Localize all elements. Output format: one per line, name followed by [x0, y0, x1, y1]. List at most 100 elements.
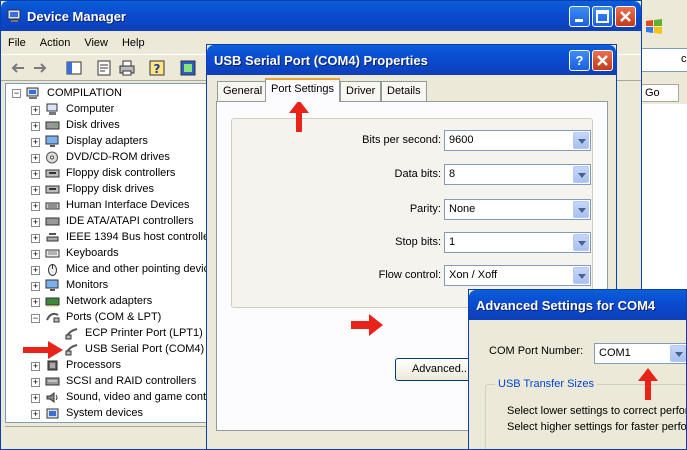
advanced-titlebar[interactable]: Advanced Settings for COM4 [469, 290, 686, 320]
menu-file[interactable]: File [1, 33, 33, 53]
chevron-down-icon[interactable] [573, 166, 589, 183]
tree-item-ieee1394[interactable]: IEEE 1394 Bus host controllers [66, 229, 206, 245]
expand-toggle[interactable]: + [31, 362, 40, 371]
floppy-controller-icon [45, 167, 60, 180]
chevron-down-icon[interactable] [573, 234, 589, 251]
processor-icon [45, 359, 60, 372]
tab-general[interactable]: General [217, 81, 269, 101]
flow-control-select[interactable]: Xon / Xoff [444, 265, 591, 286]
device-manager-icon [7, 8, 23, 27]
go-label[interactable]: Go [645, 87, 660, 99]
expand-toggle[interactable]: + [31, 122, 40, 131]
data-bits-select[interactable]: 8 [444, 164, 591, 185]
tree-item-scsi-raid[interactable]: SCSI and RAID controllers [66, 373, 196, 389]
tab-driver[interactable]: Driver [340, 81, 382, 101]
parity-select[interactable]: None [444, 199, 591, 220]
expand-toggle[interactable]: + [31, 298, 40, 307]
menu-action[interactable]: Action [33, 33, 78, 53]
monitor-icon [45, 279, 60, 292]
background-address-bar: c [637, 48, 687, 72]
tree-item-hid[interactable]: Human Interface Devices [66, 197, 190, 213]
show-hide-tree-icon[interactable] [65, 59, 83, 77]
com-port-value: COM1 [599, 347, 631, 359]
dvd-drive-icon [45, 151, 60, 164]
tree-item-disk-drives[interactable]: Disk drives [66, 117, 120, 133]
device-manager-titlebar[interactable]: Device Manager [1, 1, 641, 31]
expand-toggle[interactable]: + [31, 234, 40, 243]
tree-item-floppy-drives[interactable]: Floppy disk drives [66, 181, 154, 197]
transfer-hint-higher: Select higher settings for faster perfor… [507, 421, 687, 433]
expand-toggle[interactable]: + [31, 106, 40, 115]
tab-port-settings[interactable]: Port Settings [265, 78, 340, 102]
scan-hardware-icon[interactable] [179, 59, 197, 77]
properties-titlebar[interactable]: USB Serial Port (COM4) Properties ? [207, 45, 616, 75]
expand-toggle[interactable]: + [31, 266, 40, 275]
menu-help[interactable]: Help [115, 33, 152, 53]
tree-item-system-devices[interactable]: System devices [66, 405, 143, 421]
tree-item-monitors[interactable]: Monitors [66, 277, 108, 293]
minimize-button[interactable] [569, 6, 590, 27]
tree-root[interactable]: COMPILATION [47, 85, 122, 101]
tree-item-ide-controllers[interactable]: IDE ATA/ATAPI controllers [66, 213, 194, 229]
expand-toggle[interactable]: + [31, 282, 40, 291]
disk-drive-icon [45, 119, 60, 132]
field-row: Stop bits: 1 [231, 232, 591, 254]
expand-toggle[interactable]: + [31, 378, 40, 387]
properties-help-button[interactable]: ? [569, 50, 590, 71]
com-port-label: COM Port Number: [489, 345, 584, 357]
background-go-area: Go [639, 84, 679, 102]
transfer-hint-lower: Select lower settings to correct perform [507, 405, 687, 417]
chevron-down-icon[interactable] [670, 345, 686, 362]
flow-control-value: Xon / Xoff [449, 269, 498, 281]
usb-transfer-sizes-label: USB Transfer Sizes [495, 378, 597, 390]
print-icon[interactable] [118, 59, 136, 77]
expand-toggle[interactable]: + [31, 170, 40, 179]
chevron-down-icon[interactable] [573, 267, 589, 284]
tree-item-mice[interactable]: Mice and other pointing devices [66, 261, 206, 277]
expand-toggle[interactable]: + [31, 410, 40, 419]
help-icon[interactable]: ? [148, 59, 166, 77]
tree-item-dvd-cdrom[interactable]: DVD/CD-ROM drives [66, 149, 170, 165]
tree-item-usb-serial-port[interactable]: USB Serial Port (COM4) [85, 341, 204, 357]
properties-icon[interactable] [95, 59, 113, 77]
back-arrow-icon[interactable] [9, 59, 27, 77]
expand-toggle[interactable]: + [31, 186, 40, 195]
expand-toggle[interactable]: + [31, 218, 40, 227]
chevron-down-icon[interactable] [573, 201, 589, 218]
tree-item-display-adapters[interactable]: Display adapters [66, 133, 148, 149]
expand-toggle[interactable]: + [31, 138, 40, 147]
forward-arrow-icon[interactable] [31, 59, 49, 77]
menu-view[interactable]: View [77, 33, 115, 53]
tree-item-network-adapters[interactable]: Network adapters [66, 293, 152, 309]
com-port-select[interactable]: COM1 [594, 343, 686, 364]
status-bar [5, 426, 207, 446]
device-manager-title: Device Manager [27, 9, 126, 24]
collapse-toggle[interactable]: − [31, 314, 40, 323]
tree-item-computer[interactable]: Computer [66, 101, 114, 117]
port-icon [64, 343, 79, 356]
properties-title: USB Serial Port (COM4) Properties [214, 53, 428, 68]
tree-item-sound-video[interactable]: Sound, video and game controllers [66, 389, 206, 405]
properties-close-button[interactable] [592, 50, 613, 71]
expand-toggle[interactable]: + [31, 250, 40, 259]
close-button[interactable] [615, 6, 636, 27]
stop-bits-select[interactable]: 1 [444, 232, 591, 253]
tree-item-ports[interactable]: Ports (COM & LPT) [66, 309, 161, 325]
windows-flag-icon [645, 18, 663, 36]
tree-item-processors[interactable]: Processors [66, 357, 121, 373]
field-label: Parity: [409, 203, 441, 215]
bits-per-second-select[interactable]: 9600 [444, 130, 591, 151]
expand-toggle[interactable]: + [31, 202, 40, 211]
collapse-root-toggle[interactable]: − [12, 89, 21, 98]
tree-item-ecp-printer-port[interactable]: ECP Printer Port (LPT1) [85, 325, 203, 341]
keyboard-icon [45, 247, 60, 260]
chevron-down-icon[interactable] [573, 132, 589, 149]
arrow-icon [638, 368, 658, 400]
tab-details[interactable]: Details [381, 81, 427, 101]
expand-toggle[interactable]: + [31, 154, 40, 163]
tree-item-keyboards[interactable]: Keyboards [66, 245, 119, 261]
maximize-button[interactable] [592, 6, 613, 27]
tree-item-floppy-controllers[interactable]: Floppy disk controllers [66, 165, 175, 181]
expand-toggle[interactable]: + [31, 394, 40, 403]
ieee1394-icon [45, 231, 60, 244]
